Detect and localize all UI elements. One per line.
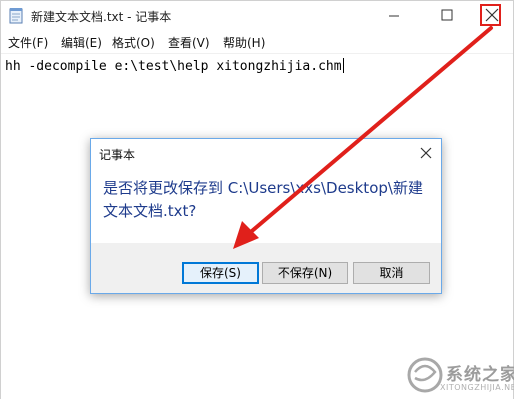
cancel-button[interactable]: 取消 [353, 262, 430, 284]
dialog-title: 记事本 [99, 148, 136, 162]
editor-text: hh -decompile e:\test\help xitongzhijia.… [5, 59, 342, 74]
watermark-text: 系统之家 [446, 365, 514, 385]
dialog-message: 是否将更改保存到 C:\Users\xxs\Desktop\新建文本文档.txt… [103, 179, 423, 220]
minimize-icon [389, 15, 399, 17]
dialog-button-bar: 保存(S) 不保存(N) 取消 [91, 243, 441, 293]
window-title: 新建文本文档.txt - 记事本 [31, 10, 172, 24]
save-button[interactable]: 保存(S) [182, 262, 259, 284]
menu-edit[interactable]: 编辑(E) [61, 34, 102, 51]
menu-format[interactable]: 格式(O) [112, 34, 155, 51]
maximize-button[interactable] [423, 1, 469, 31]
watermark-subtext: XITONGZHIJIA.NET [440, 383, 514, 392]
minimize-button[interactable] [371, 1, 417, 31]
menu-view[interactable]: 查看(V) [168, 34, 210, 51]
title-bar[interactable]: 新建文本文档.txt - 记事本 [1, 1, 513, 31]
maximize-icon [441, 9, 453, 21]
text-caret [342, 58, 344, 73]
menu-help[interactable]: 帮助(H) [223, 34, 265, 51]
menu-file[interactable]: 文件(F) [8, 34, 48, 51]
close-button-highlight-box [480, 4, 501, 26]
dialog-close-button[interactable] [413, 141, 439, 165]
menu-bar: 文件(F) 编辑(E) 格式(O) 查看(V) 帮助(H) [1, 31, 513, 54]
close-icon [420, 147, 432, 159]
notepad-icon [9, 8, 23, 24]
save-prompt-dialog: 记事本 是否将更改保存到 C:\Users\xxs\Desktop\新建文本文档… [90, 138, 442, 294]
dont-save-button[interactable]: 不保存(N) [262, 262, 348, 284]
editor-content: hh -decompile e:\test\help xitongzhijia.… [5, 58, 344, 74]
